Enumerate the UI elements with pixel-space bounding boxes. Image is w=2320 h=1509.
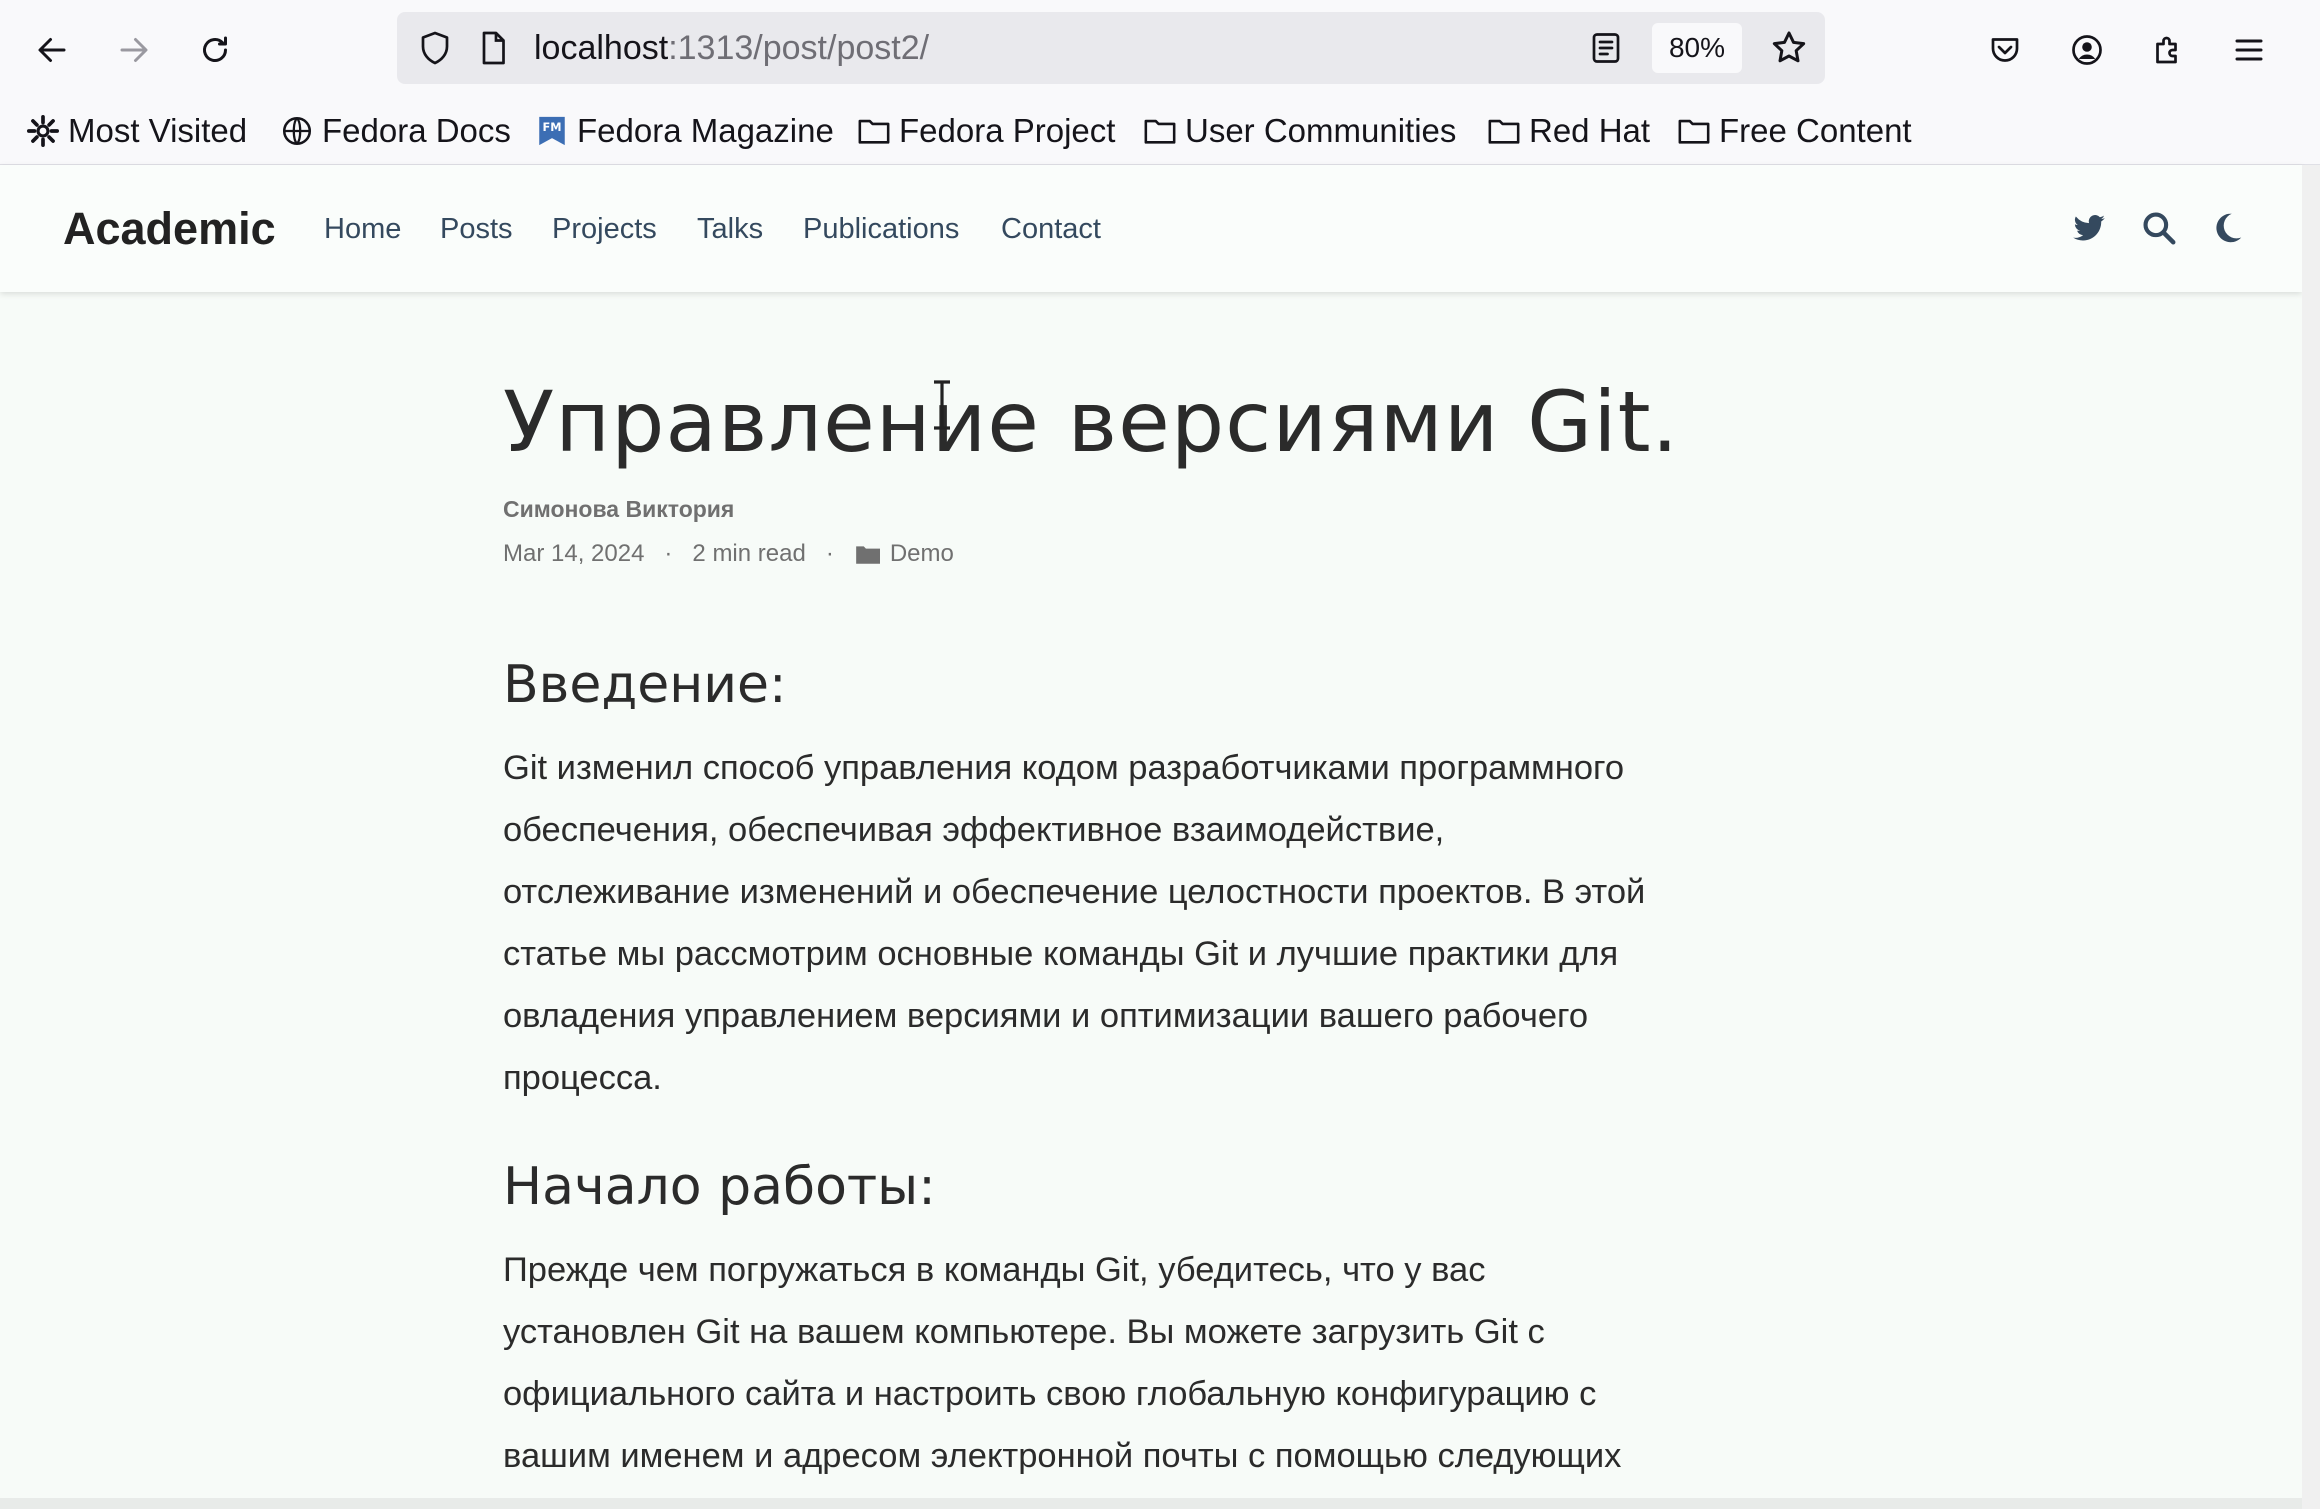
hamburger-icon [2235,39,2263,61]
browser-toolbar: localhost:1313/post/post2/ 80% [0,0,2320,98]
nav-publications[interactable]: Publications [803,211,959,247]
forward-button[interactable] [104,20,164,80]
bookmark-fedora-magazine[interactable]: FM Fedora Magazine [535,108,834,154]
reload-icon [203,36,227,62]
bookmark-label: Fedora Project [899,112,1116,149]
site-navbar: Academic Home Posts Projects Talks Publi… [0,165,2302,292]
url-path: :1313/post/post2/ [668,29,930,67]
article-category[interactable]: Demo [890,540,954,568]
bookmark-free-content[interactable]: Free Content [1677,108,1912,154]
paragraph-line: отслеживание изменений и обеспечение цел… [503,873,1646,911]
section-heading: Введение: [503,655,787,715]
site-brand[interactable]: Academic [63,201,276,257]
meta-separator: · [664,540,673,567]
meta-separator: · [825,540,834,567]
bookmark-fedora-docs[interactable]: Fedora Docs [280,108,511,154]
gear-icon [26,114,60,148]
pocket-icon [1991,38,2019,62]
back-button[interactable] [22,20,82,80]
text-cursor-icon [934,380,950,430]
menu-button[interactable] [2219,20,2279,80]
section-paragraph: Git изменил способ управления кодом разр… [503,737,1793,1109]
reader-view-icon[interactable] [1588,30,1624,66]
reload-button[interactable] [185,20,245,80]
bookmark-red-hat[interactable]: Red Hat [1487,108,1650,154]
paragraph-line: статье мы рассмотрим основные команды Gi… [503,935,1619,973]
folder-icon [1144,119,1176,144]
puzzle-icon [2156,36,2177,64]
bookmark-label: User Communities [1185,112,1457,149]
bookmark-most-visited[interactable]: Most Visited [26,108,247,154]
bookmark-label: Fedora Magazine [577,112,834,149]
shield-icon[interactable] [417,30,453,66]
nav-projects[interactable]: Projects [552,211,657,247]
paragraph-line: официального сайта и настроить свою глоб… [503,1375,1597,1413]
nav-home[interactable]: Home [324,211,401,247]
zoom-level-button[interactable]: 80% [1652,23,1742,73]
bookmark-label: Fedora Docs [322,112,511,149]
paragraph-line: установлен Git на вашем компьютере. Вы м… [503,1313,1545,1351]
paragraph-line: обеспечения, обеспечивая эффективное вза… [503,811,1445,849]
svg-text:FM: FM [542,120,561,134]
bookmark-label: Red Hat [1529,112,1651,149]
article-metadata: Mar 14, 2024 · 2 min read · Demo [503,540,954,568]
arrow-left-icon [38,38,66,62]
nav-posts[interactable]: Posts [440,211,513,247]
extensions-button[interactable] [2138,20,2198,80]
section-heading: Начало работы: [503,1157,936,1217]
pocket-button[interactable] [1975,20,2035,80]
arrow-right-icon [120,38,148,62]
nav-talks[interactable]: Talks [697,211,763,247]
folder-icon [858,119,890,144]
bookmark-label: Most Visited [68,112,248,149]
folder-icon [855,546,880,564]
moon-icon[interactable] [2208,209,2246,247]
article-title: Управление версиями Git. [503,373,1680,471]
paragraph-line: процесса. [503,1059,662,1097]
window-bottom-edge [0,1498,2302,1509]
globe-icon [282,116,312,146]
folder-icon [1678,119,1710,144]
account-button[interactable] [2057,20,2117,80]
paragraph-line: овладения управлением версиями и оптимиз… [503,997,1589,1035]
page-info-icon[interactable] [475,30,511,66]
url-host: localhost [534,29,669,67]
bookmarks-toolbar: Most Visited Fedora Docs FM Fedora Magaz… [0,98,2320,165]
article-date: Mar 14, 2024 [503,540,645,567]
nav-contact[interactable]: Contact [1001,211,1101,247]
bookmark-fedora-project[interactable]: Fedora Project [857,108,1115,154]
bookmark-star-icon[interactable] [1769,28,1809,68]
paragraph-line: вашим именем и адресом электронной почты… [503,1437,1622,1475]
bookmark-label: Free Content [1719,112,1912,149]
folder-icon [1488,119,1520,144]
address-bar[interactable]: localhost:1313/post/post2/ 80% [397,12,1825,84]
url-text[interactable]: localhost:1313/post/post2/ [534,27,929,69]
account-icon [2072,35,2102,65]
twitter-icon[interactable] [2070,209,2108,247]
paragraph-line: Git изменил способ управления кодом разр… [503,749,1625,787]
section-paragraph: Прежде чем погружаться в команды Git, уб… [503,1239,1793,1487]
bookmark-user-communities[interactable]: User Communities [1143,108,1456,154]
paragraph-line: Прежде чем погружаться в команды Git, уб… [503,1251,1486,1289]
fedora-magazine-icon: FM [539,116,565,146]
scrollbar[interactable] [2302,165,2320,1509]
search-icon[interactable] [2140,209,2178,247]
article-author[interactable]: Симонова Виктория [503,496,734,523]
reading-time: 2 min read [692,540,806,567]
